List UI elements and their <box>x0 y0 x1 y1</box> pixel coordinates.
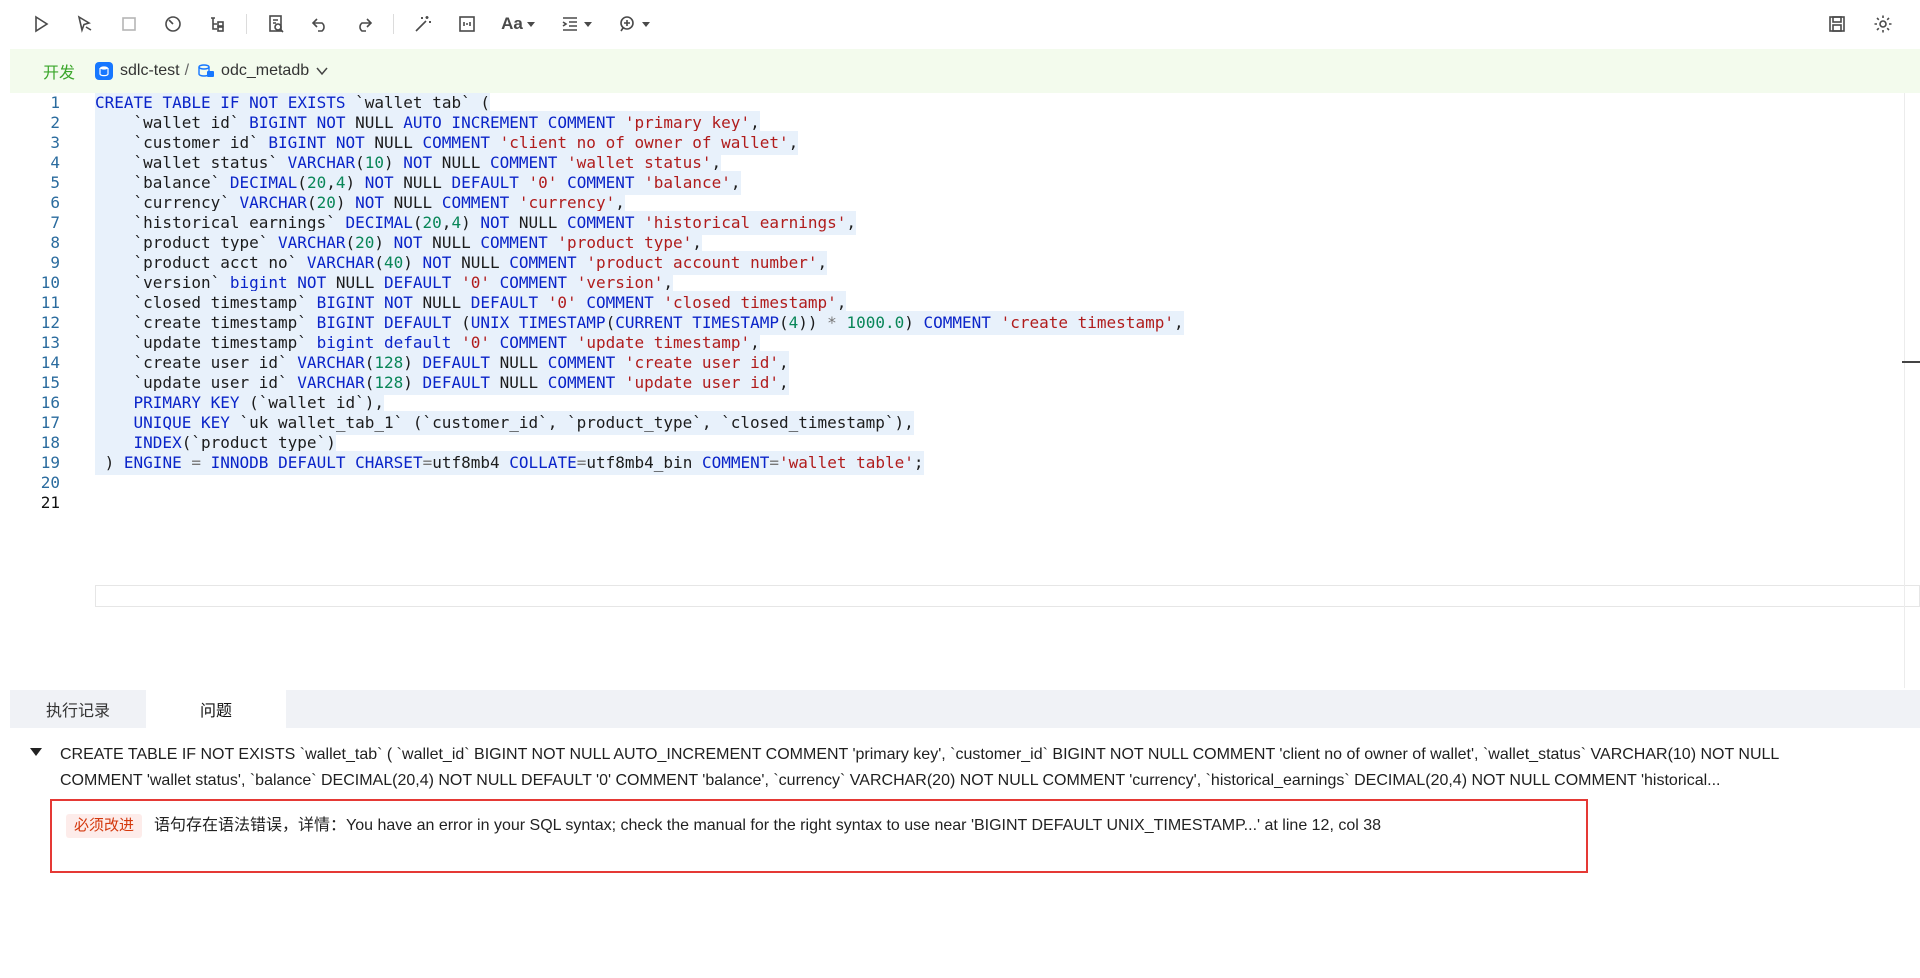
issue-sql-text: CREATE TABLE IF NOT EXISTS `wallet_tab` … <box>60 742 1900 794</box>
tree-icon[interactable] <box>202 9 232 39</box>
panel-tabs: 执行记录 问题 <box>10 690 1920 728</box>
stop-icon[interactable] <box>114 9 144 39</box>
format-icon[interactable] <box>261 9 291 39</box>
toolbar-right-group <box>1814 9 1906 39</box>
chevron-down-icon <box>526 21 535 27</box>
issue-sql-line-1: CREATE TABLE IF NOT EXISTS `wallet_tab` … <box>60 746 1780 763</box>
code-line[interactable]: 21 <box>10 491 1910 515</box>
editor-toolbar: Aa <box>0 0 1920 48</box>
connection-context-bar: 开发 sdlc-test / odc_metadb <box>10 49 1920 93</box>
breadcrumb-separator: / <box>184 62 190 79</box>
terminal-icon[interactable] <box>452 9 482 39</box>
magic-wand-icon[interactable] <box>408 9 438 39</box>
environment-tag: 开发 <box>43 65 76 82</box>
save-icon[interactable] <box>1822 9 1852 39</box>
settings-gear-icon[interactable] <box>1868 9 1898 39</box>
result-panel: 执行记录 问题 CREATE TABLE IF NOT EXISTS `wall… <box>10 690 1920 978</box>
database-selector[interactable]: odc_metadb <box>221 62 309 80</box>
plan-icon[interactable] <box>158 9 188 39</box>
line-number: 21 <box>40 493 60 512</box>
tab-execution-history[interactable]: 执行记录 <box>10 690 146 728</box>
indent-icon[interactable] <box>554 9 598 39</box>
datasource-icon <box>95 62 114 80</box>
font-label: Aa <box>501 14 523 33</box>
snippet-icon[interactable] <box>612 9 656 39</box>
error-highlight-box: 必须改进 语句存在语法错误，详情：You have an error in yo… <box>50 799 1588 873</box>
database-icon <box>197 63 215 79</box>
toolbar-divider <box>393 14 394 34</box>
tab-issues[interactable]: 问题 <box>146 690 287 728</box>
redo-icon[interactable] <box>349 9 379 39</box>
undo-icon[interactable] <box>305 9 335 39</box>
toolbar-divider <box>246 14 247 34</box>
collapse-triangle-icon[interactable] <box>30 748 42 756</box>
severity-badge: 必须改进 <box>66 814 143 838</box>
current-line-highlight <box>95 585 1920 607</box>
run-icon[interactable] <box>26 9 56 39</box>
sql-editor[interactable]: 1 CREATE TABLE IF NOT EXISTS `wallet_tab`… <box>10 93 1920 688</box>
chevron-down-icon[interactable] <box>315 64 329 78</box>
chevron-down-icon <box>584 21 592 27</box>
run-selection-icon[interactable] <box>70 9 100 39</box>
datasource-name[interactable]: sdlc-test <box>120 62 180 80</box>
font-icon[interactable]: Aa <box>496 9 540 39</box>
error-message: 语句存在语法错误，详情：You have an error in your SQ… <box>154 817 1382 834</box>
chevron-down-icon <box>642 21 650 27</box>
issue-sql-line-2: COMMENT 'wallet status', `balance` DECIM… <box>60 772 1721 789</box>
